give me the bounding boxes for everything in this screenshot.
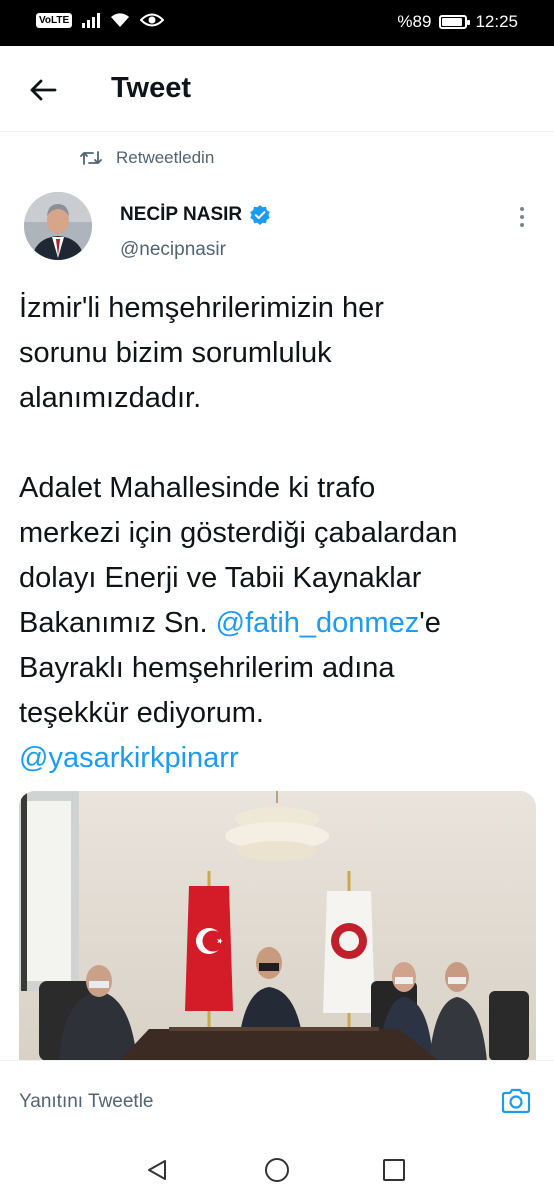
more-options-button[interactable] [510, 202, 534, 232]
tweet-text-segment: 'e [419, 607, 441, 639]
retweet-icon [80, 151, 102, 165]
author-name[interactable]: NECİP NASIR [120, 204, 242, 226]
reply-input[interactable]: Yanıtını Tweetle [19, 1091, 154, 1113]
wifi-icon [111, 13, 130, 27]
nav-recents-button[interactable] [376, 1154, 412, 1186]
arrow-left-icon [30, 79, 57, 101]
tweet-line: İzmir'li hemşehrilerimizin her [19, 292, 384, 324]
mention-link-fatih-donmez[interactable]: @fatih_donmez [216, 607, 420, 639]
tweet-line: alanımızdadır. [19, 382, 202, 414]
meeting-photo [19, 791, 536, 1061]
status-right: %89 12:25 [397, 12, 518, 32]
tweet-line: merkezi için gösterdiği çabalardan [19, 517, 458, 549]
more-dots-icon [520, 207, 524, 211]
tweet-line: dolayı Enerji ve Tabii Kaynaklar [19, 562, 422, 594]
system-nav-bar [0, 1140, 554, 1200]
recents-square-icon [383, 1159, 405, 1181]
more-dot [520, 223, 524, 227]
retweet-indicator: Retweetledin [80, 148, 214, 168]
battery-icon [439, 15, 471, 29]
back-triangle-icon [148, 1160, 166, 1180]
home-circle-icon [265, 1158, 289, 1182]
nav-home-button[interactable] [259, 1154, 295, 1186]
page-title: Tweet [111, 72, 192, 104]
clock: 12:25 [475, 12, 518, 31]
tweet-line: Bayraklı hemşehrilerim adına [19, 652, 395, 684]
tweet-photo[interactable] [19, 791, 536, 1061]
tweet-line: teşekkür ediyorum. [19, 697, 264, 729]
author-name-row[interactable]: NECİP NASIR [120, 204, 271, 226]
retweet-label: Retweetledin [116, 148, 215, 167]
nav-back-button[interactable] [139, 1154, 175, 1186]
more-dot [520, 215, 524, 219]
verified-badge-icon [250, 205, 270, 225]
tweet-text-segment: Bakanımız Sn. [19, 607, 216, 639]
signal-icon [82, 12, 101, 28]
camera-button[interactable] [498, 1083, 534, 1119]
tweet-line: Bakanımız Sn. @fatih_donmez'e [19, 601, 539, 646]
tweet-line: Adalet Mahallesinde ki trafo [19, 472, 376, 504]
app-header: Tweet [0, 46, 554, 132]
mention-link-yasarkirkpinarr[interactable]: @yasarkirkpinarr [19, 736, 539, 781]
battery-percent: %89 [397, 12, 432, 31]
avatar-portrait [24, 192, 92, 260]
volte-icon: VoLTE [36, 12, 73, 28]
camera-icon [501, 1088, 531, 1114]
back-button[interactable] [20, 70, 66, 110]
status-bar: VoLTE %89 12:25 [0, 0, 554, 46]
status-left-icons: VoLTE [36, 12, 165, 28]
author-handle[interactable]: @necipnasir [120, 239, 226, 261]
paragraph-break [19, 421, 539, 466]
eye-comfort-icon [140, 13, 165, 27]
tweet-line: sorunu bizim sorumluluk [19, 337, 332, 369]
tweet-text: İzmir'li hemşehrilerimizin her sorunu bi… [19, 286, 539, 781]
avatar[interactable] [24, 192, 92, 260]
reply-bar: Yanıtını Tweetle [0, 1060, 554, 1140]
